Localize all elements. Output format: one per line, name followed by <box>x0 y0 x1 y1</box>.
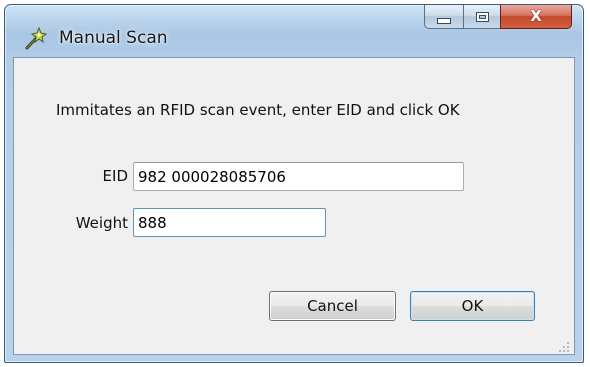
manual-scan-window: Manual Scan X Immitates an RFID scan eve… <box>4 4 584 363</box>
eid-label: EID <box>102 167 128 185</box>
weight-input[interactable] <box>133 208 326 237</box>
weight-label: Weight <box>75 214 128 232</box>
caption-buttons: X <box>424 5 572 31</box>
minimize-icon <box>437 17 451 24</box>
title-bar[interactable]: Manual Scan X <box>5 5 583 57</box>
minimize-button[interactable] <box>424 5 464 29</box>
window-title: Manual Scan <box>59 28 168 48</box>
rfid-wand-icon <box>23 25 49 51</box>
cancel-button[interactable]: Cancel <box>269 291 396 321</box>
close-icon: X <box>530 7 542 25</box>
instructions-text: Immitates an RFID scan event, enter EID … <box>56 101 460 119</box>
eid-input[interactable] <box>133 162 464 191</box>
close-button[interactable]: X <box>500 5 572 29</box>
resize-grip-icon[interactable] <box>558 338 570 352</box>
maximize-button[interactable] <box>463 5 501 29</box>
dialog-client-area: Immitates an RFID scan event, enter EID … <box>13 57 575 355</box>
maximize-icon <box>475 11 489 22</box>
ok-button[interactable]: OK <box>410 291 535 321</box>
